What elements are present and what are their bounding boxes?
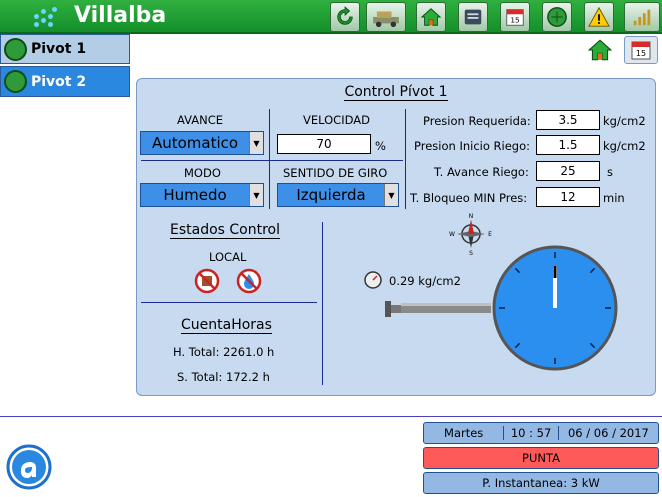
- time-text: 10 : 57: [510, 426, 552, 440]
- cuentahoras-title: CuentaHoras: [181, 317, 272, 334]
- power-reading: P. Instantanea: 3 kW: [423, 472, 659, 494]
- estados-mode: LOCAL: [209, 250, 247, 264]
- brand-logo: [6, 444, 52, 490]
- no-manual-icon: [194, 268, 220, 294]
- home-button[interactable]: [416, 2, 446, 32]
- screen: Villalba 15 Pivot 1 Pivot 2 15 Control P…: [0, 0, 662, 497]
- cuentahoras-title-text: CuentaHoras: [181, 317, 272, 334]
- estados-title-text: Estados Control: [170, 222, 281, 239]
- t-bloqueo-field[interactable]: 12: [536, 187, 600, 207]
- velocidad-field[interactable]: 70: [277, 134, 371, 154]
- divider: [322, 222, 323, 385]
- calendar-button[interactable]: 15: [500, 2, 530, 32]
- list-button[interactable]: [458, 2, 488, 32]
- sidebar-item-label: Pivot 2: [31, 73, 87, 90]
- avance-select[interactable]: Automatico ▼: [140, 131, 264, 155]
- param-unit: kg/cm2: [603, 139, 646, 153]
- modo-label: MODO: [184, 166, 221, 180]
- valve-icon: [385, 301, 391, 317]
- day-text: Martes: [444, 426, 484, 440]
- param-unit: min: [603, 191, 625, 205]
- pivot-icon: [547, 7, 567, 27]
- velocidad-unit: %: [375, 139, 386, 153]
- no-water-icon: [236, 268, 262, 294]
- refresh-icon: [337, 6, 353, 25]
- top-bar: Villalba 15: [0, 0, 662, 34]
- presion-inicio-field[interactable]: 1.5: [536, 135, 600, 155]
- compass-n: N: [469, 213, 474, 220]
- compass-e: E: [488, 231, 492, 238]
- param-unit: kg/cm2: [603, 114, 646, 128]
- divider: [141, 302, 317, 303]
- home-icon: [420, 8, 442, 26]
- list-icon: [464, 9, 482, 25]
- divider: [141, 160, 403, 161]
- t-avance-field[interactable]: 25: [536, 161, 600, 181]
- param-label-presion-inicio: Presion Inicio Riego:: [414, 139, 531, 153]
- divider: [269, 109, 270, 209]
- calendar-day-text: 15: [636, 49, 646, 58]
- calendar-shortcut-button[interactable]: 15: [624, 36, 658, 64]
- chevron-down-icon: ▼: [384, 184, 398, 206]
- footer-divider: [0, 416, 662, 417]
- datetime-bar: Martes 10 : 57 06 / 06 / 2017: [423, 422, 659, 444]
- sentido-value: Izquierda: [296, 186, 366, 204]
- refresh-button[interactable]: [330, 2, 360, 32]
- bar-chart-icon: [633, 9, 651, 26]
- presion-requerida-field[interactable]: 3.5: [536, 110, 600, 130]
- param-label-presion-requerida: Presion Requerida:: [423, 114, 531, 128]
- divider: [405, 109, 406, 209]
- sentido-label: SENTIDO DE GIRO: [283, 166, 388, 180]
- sidebar-item-pivot-1[interactable]: Pivot 1: [0, 34, 130, 64]
- control-panel: Control Pívot 1 AVANCE Automatico ▼ VELO…: [136, 78, 656, 396]
- modo-select[interactable]: Humedo ▼: [140, 183, 264, 207]
- pivot-icon: [4, 38, 27, 61]
- stats-button[interactable]: [624, 2, 660, 32]
- alarm-button[interactable]: [584, 2, 614, 32]
- warning-icon: [588, 6, 610, 27]
- calendar-icon: 15: [506, 9, 524, 26]
- panel-title-text: Control Pívot 1: [344, 84, 448, 101]
- estados-title: Estados Control: [170, 222, 281, 239]
- home-shortcut-button[interactable]: [586, 36, 614, 64]
- avance-value: Automatico: [151, 134, 239, 152]
- pivot-icon: [4, 70, 27, 93]
- app-title: Villalba: [74, 3, 167, 28]
- param-label-t-bloqueo: T. Bloqueo MIN Pres:: [410, 191, 528, 205]
- sentido-select[interactable]: Izquierda ▼: [277, 183, 399, 207]
- param-unit: s: [607, 165, 613, 179]
- s-total-text: S. Total: 172.2 h: [177, 370, 270, 384]
- avance-label: AVANCE: [177, 113, 224, 127]
- compass-w: W: [449, 231, 455, 238]
- home-icon: [587, 39, 613, 61]
- chevron-down-icon: ▼: [249, 184, 263, 206]
- h-total-text: H. Total: 2261.0 h: [173, 345, 275, 359]
- water-drops-icon: [32, 6, 58, 28]
- date-text: 06 / 06 / 2017: [567, 426, 649, 440]
- pivot-diagram: [385, 245, 618, 371]
- pressure-gauge-icon: [364, 271, 382, 289]
- param-label-t-avance: T. Avance Riego:: [434, 165, 529, 179]
- sidebar-item-label: Pivot 1: [31, 41, 87, 57]
- sidebar-item-pivot-2[interactable]: Pivot 2: [0, 66, 130, 97]
- machinery-button[interactable]: [366, 2, 406, 32]
- irrigation-machine-icon: [373, 11, 399, 28]
- modo-value: Humedo: [163, 186, 227, 204]
- calendar-icon: 15: [631, 41, 651, 60]
- tariff-badge: PUNTA: [423, 447, 659, 469]
- calendar-day-text: 15: [510, 16, 520, 25]
- panel-title: Control Pívot 1: [137, 84, 655, 101]
- chevron-down-icon: ▼: [249, 132, 263, 154]
- velocidad-label: VELOCIDAD: [303, 113, 370, 127]
- pivot-button[interactable]: [542, 2, 572, 32]
